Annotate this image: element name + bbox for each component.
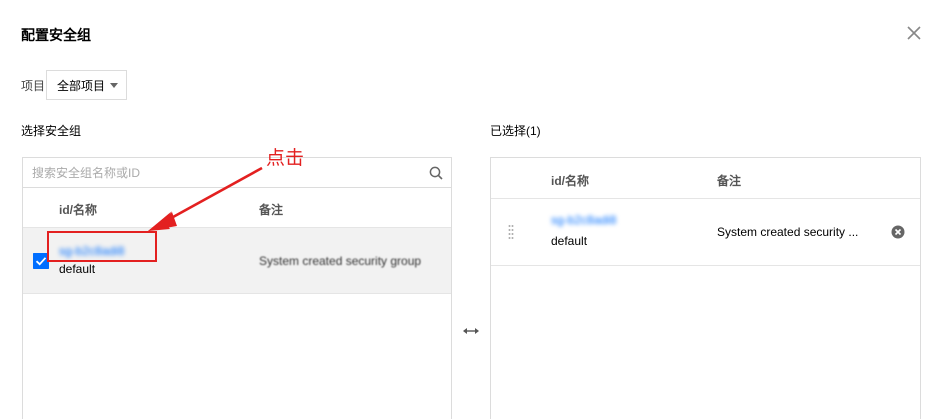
security-group-id-link[interactable]: sg-b2c8adi8 — [551, 213, 616, 227]
project-label: 项目 — [21, 79, 46, 93]
row-divider — [491, 265, 920, 266]
security-group-id-link[interactable]: sg-b2c8adi8 — [59, 244, 124, 258]
dialog-title: 配置安全组 — [21, 27, 91, 43]
search-input[interactable] — [23, 158, 413, 187]
close-icon[interactable] — [905, 24, 923, 42]
project-select-value: 全部项目 — [57, 78, 106, 93]
caret-down-icon — [110, 83, 118, 88]
security-group-remark: System created security group — [259, 254, 422, 268]
search-box — [23, 158, 451, 188]
swap-arrows-icon — [463, 328, 479, 334]
column-header-id-name: id/名称 — [59, 203, 97, 217]
search-icon[interactable] — [429, 166, 443, 180]
column-header-remark: 备注 — [259, 203, 284, 217]
selected-table-row: sg-b2c8adi8 default System created secur… — [491, 199, 920, 265]
column-header-remark: 备注 — [717, 174, 742, 188]
security-group-name: default — [551, 234, 588, 248]
drag-handle-icon[interactable] — [508, 224, 514, 240]
column-header-id-name: id/名称 — [551, 174, 589, 188]
checkbox-checked-icon[interactable] — [33, 253, 49, 269]
select-security-group-label: 选择安全组 — [21, 124, 82, 138]
available-groups-panel: id/名称 备注 sg-b2c8adi8 default System crea… — [22, 157, 452, 419]
selected-count-label: 已选择(1) — [490, 124, 541, 138]
remove-circle-icon[interactable] — [891, 225, 905, 239]
project-select[interactable]: 全部项目 — [46, 70, 127, 100]
table-row[interactable]: sg-b2c8adi8 default System created secur… — [23, 228, 451, 294]
security-group-remark: System created security ... — [717, 225, 859, 239]
selected-groups-panel: id/名称 备注 sg-b2c8adi8 default System crea… — [490, 157, 921, 419]
annotation-label: 点击 — [266, 148, 305, 169]
security-group-name: default — [59, 262, 96, 276]
